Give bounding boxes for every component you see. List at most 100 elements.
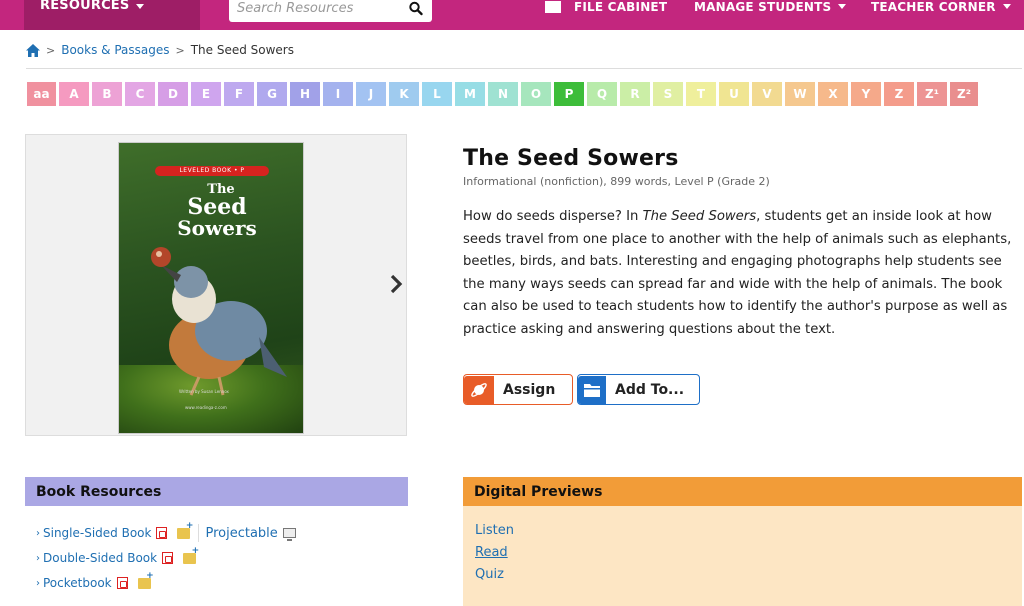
level-i-button[interactable]: I bbox=[323, 82, 353, 106]
projector-icon[interactable] bbox=[282, 528, 296, 541]
level-m-button[interactable]: M bbox=[455, 82, 485, 106]
cover-title: The Seed Sowers bbox=[167, 183, 267, 240]
listen-link[interactable]: Listen bbox=[475, 520, 514, 542]
nav-teacher-corner[interactable]: TEACHER CORNER bbox=[871, 0, 1011, 16]
chevron-down-icon bbox=[838, 4, 847, 9]
digital-previews-panel bbox=[463, 506, 1022, 606]
planet-icon bbox=[464, 375, 494, 404]
projectable-link[interactable]: Projectable bbox=[205, 526, 277, 541]
breadcrumb-current: The Seed Sowers bbox=[190, 43, 294, 57]
level-q-button[interactable]: Q bbox=[587, 82, 617, 106]
book-cover-image[interactable]: LEVELED BOOK • P The Seed Sowers Written… bbox=[118, 142, 304, 434]
book-cover-panel: LEVELED BOOK • P The Seed Sowers Written… bbox=[25, 134, 407, 436]
nav-file-cabinet[interactable]: FILE CABINET bbox=[545, 0, 667, 16]
file-cabinet-icon bbox=[545, 1, 561, 13]
list-item: › Double-Sided Book bbox=[36, 546, 199, 567]
book-title: The Seed Sowers bbox=[463, 146, 679, 171]
home-icon[interactable] bbox=[26, 43, 40, 57]
chevron-right-icon: › bbox=[36, 552, 40, 564]
resources-label: RESOURCES bbox=[40, 0, 130, 13]
search-input[interactable] bbox=[237, 0, 397, 16]
list-item: › Single-Sided Book Projectable bbox=[36, 521, 296, 542]
cover-author: Written by Susan Lennox bbox=[179, 389, 229, 394]
level-x-button[interactable]: X bbox=[818, 82, 848, 106]
assign-button[interactable]: Assign bbox=[463, 374, 573, 405]
description-text: , students get an inside look at how see… bbox=[463, 209, 1012, 337]
breadcrumb-separator: > bbox=[46, 43, 56, 57]
resources-menu[interactable]: RESOURCES bbox=[24, 0, 200, 30]
level-w-button[interactable]: W bbox=[785, 82, 815, 106]
add-to-folder-icon[interactable] bbox=[183, 546, 199, 564]
book-description: How do seeds disperse? In The Seed Sower… bbox=[463, 206, 1019, 341]
add-to-folder-icon[interactable] bbox=[137, 571, 154, 589]
level-u-button[interactable]: U bbox=[719, 82, 749, 106]
single-sided-book-link[interactable]: Single-Sided Book bbox=[43, 526, 151, 540]
level-o-button[interactable]: O bbox=[521, 82, 551, 106]
add-to-folder-icon[interactable] bbox=[177, 521, 193, 539]
level-r-button[interactable]: R bbox=[620, 82, 650, 106]
chevron-right-icon: › bbox=[36, 527, 40, 539]
chevron-right-icon: › bbox=[36, 577, 40, 589]
add-to-button[interactable]: Add To... bbox=[577, 374, 700, 405]
level-s-button[interactable]: S bbox=[653, 82, 683, 106]
double-sided-book-link[interactable]: Double-Sided Book bbox=[43, 551, 157, 565]
level-y-button[interactable]: Y bbox=[851, 82, 881, 106]
breadcrumb: > Books & Passages > The Seed Sowers bbox=[26, 42, 294, 58]
level-k-button[interactable]: K bbox=[389, 82, 419, 106]
level-f-button[interactable]: F bbox=[224, 82, 254, 106]
level-p-button[interactable]: P bbox=[554, 82, 584, 106]
chevron-down-icon bbox=[1002, 4, 1011, 9]
level-e-button[interactable]: E bbox=[191, 82, 221, 106]
level-c-button[interactable]: C bbox=[125, 82, 155, 106]
level-t-button[interactable]: T bbox=[686, 82, 716, 106]
add-to-label: Add To... bbox=[615, 381, 685, 398]
search-icon[interactable] bbox=[408, 1, 424, 17]
nav-file-cabinet-label: FILE CABINET bbox=[574, 0, 668, 14]
nav-teacher-corner-label: TEACHER CORNER bbox=[871, 0, 996, 14]
read-link[interactable]: Read bbox=[475, 542, 514, 564]
list-item: › Pocketbook bbox=[36, 571, 154, 592]
level-n-button[interactable]: N bbox=[488, 82, 518, 106]
level-z-button[interactable]: Z¹ bbox=[917, 82, 947, 106]
chevron-down-icon bbox=[136, 4, 145, 9]
bird-illustration bbox=[151, 247, 287, 396]
cover-title-line: Seed bbox=[187, 194, 247, 220]
nav-manage-students-label: MANAGE STUDENTS bbox=[694, 0, 832, 14]
level-j-button[interactable]: J bbox=[356, 82, 386, 106]
pocketbook-link[interactable]: Pocketbook bbox=[43, 576, 112, 590]
breadcrumb-separator: > bbox=[175, 43, 185, 57]
level-aa-button[interactable]: aa bbox=[27, 82, 56, 106]
search-box bbox=[229, 0, 432, 22]
cover-level-band: LEVELED BOOK • P bbox=[155, 166, 269, 176]
assign-label: Assign bbox=[503, 381, 556, 398]
description-book-title: The Seed Sowers bbox=[642, 209, 757, 224]
divider bbox=[198, 524, 200, 542]
pdf-icon[interactable] bbox=[156, 527, 168, 539]
description-text: How do seeds disperse? In bbox=[463, 209, 643, 224]
pdf-icon[interactable] bbox=[116, 577, 128, 589]
level-d-button[interactable]: D bbox=[158, 82, 188, 106]
level-v-button[interactable]: V bbox=[752, 82, 782, 106]
level-g-button[interactable]: G bbox=[257, 82, 287, 106]
cover-site: www.readinga-z.com bbox=[185, 405, 227, 410]
level-h-button[interactable]: H bbox=[290, 82, 320, 106]
divider bbox=[26, 68, 1022, 69]
digital-previews-heading: Digital Previews bbox=[463, 477, 1022, 506]
level-z-button[interactable]: Z bbox=[884, 82, 914, 106]
nav-manage-students[interactable]: MANAGE STUDENTS bbox=[694, 0, 847, 16]
cover-title-line: Sowers bbox=[177, 216, 257, 240]
digital-previews-list: Listen Read Quiz bbox=[475, 520, 514, 586]
level-z-button[interactable]: Z² bbox=[950, 82, 978, 106]
level-filter-bar: aa A B C D E F G H I J K L M N O P Q R S T U V W X Y Z Z¹ Z² bbox=[27, 82, 981, 106]
book-resources-heading: Book Resources bbox=[25, 477, 408, 506]
breadcrumb-parent-link[interactable]: Books & Passages bbox=[61, 43, 169, 57]
level-b-button[interactable]: B bbox=[92, 82, 122, 106]
top-nav-bar: RESOURCES FILE CABINET MANAGE STUDENTS T… bbox=[0, 0, 1024, 30]
level-l-button[interactable]: L bbox=[422, 82, 452, 106]
folder-icon bbox=[578, 375, 606, 404]
quiz-link[interactable]: Quiz bbox=[475, 564, 514, 586]
pdf-icon[interactable] bbox=[162, 552, 174, 564]
level-a-button[interactable]: A bbox=[59, 82, 89, 106]
chevron-right-icon[interactable] bbox=[389, 274, 403, 294]
book-subtitle: Informational (nonfiction), 899 words, L… bbox=[463, 175, 770, 188]
